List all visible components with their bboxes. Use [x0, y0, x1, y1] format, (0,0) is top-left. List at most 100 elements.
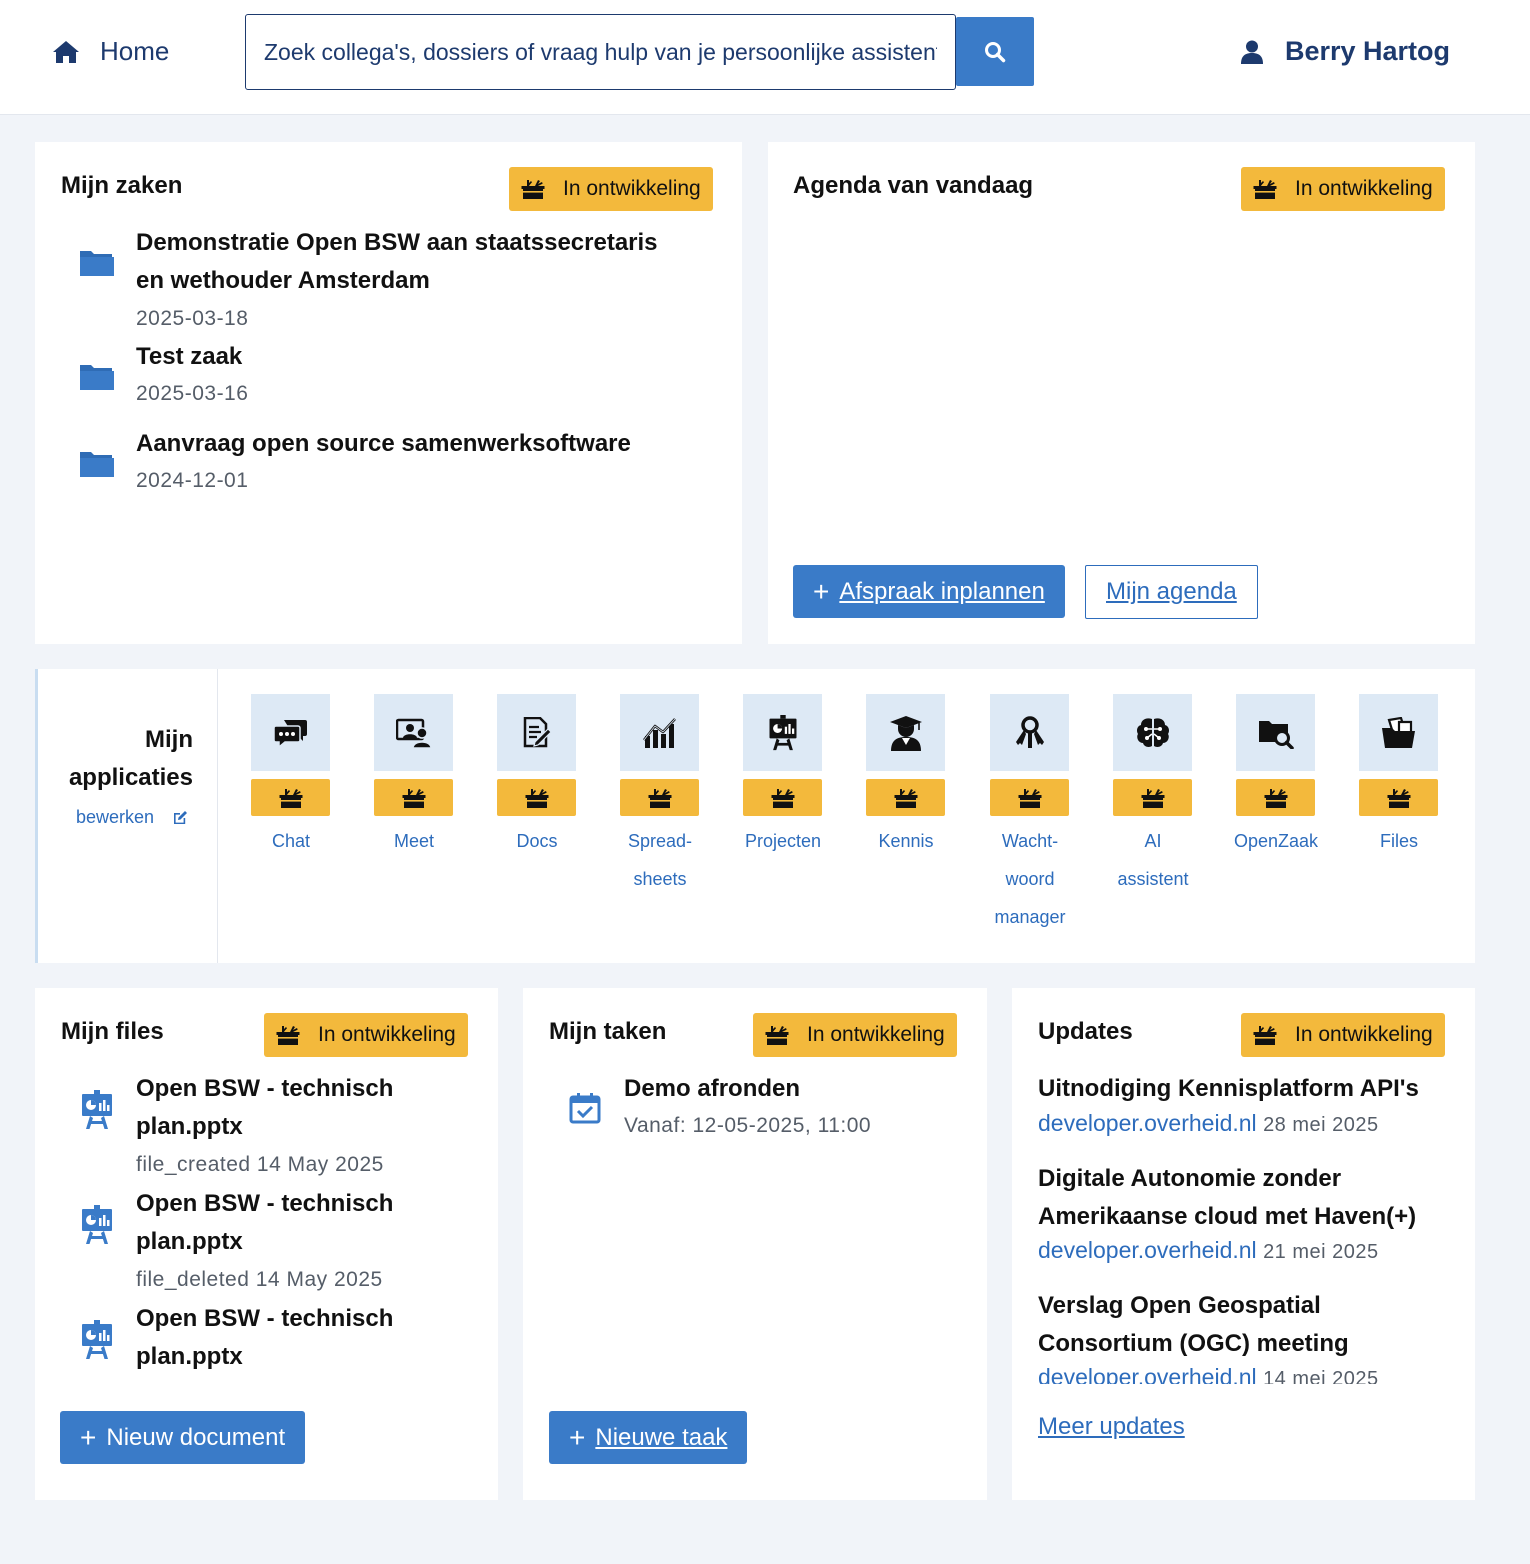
plus-icon: + — [813, 575, 830, 607]
app-label: Spread-sheets — [627, 831, 693, 889]
more-updates-link[interactable]: Meer updates — [1038, 1413, 1185, 1441]
presentation-file-icon — [81, 1090, 113, 1130]
development-badge — [743, 779, 822, 816]
app-label: AI assistent — [1117, 831, 1189, 889]
new-document-button[interactable]: + Nieuw document — [60, 1411, 306, 1464]
files-card: Mijn files In ontwikkeling Open BSW - te… — [35, 988, 498, 1500]
case-item[interactable]: Aanvraag open source samenwerksoftware 2… — [61, 425, 712, 497]
toolbox-icon — [1253, 1023, 1277, 1047]
app-chat[interactable]: Chat — [251, 694, 331, 851]
app-ai-assistent[interactable]: AI assistent — [1113, 694, 1193, 889]
new-task-button[interactable]: + Nieuwe taak — [549, 1411, 748, 1464]
app-label: Meet — [393, 831, 435, 851]
file-name: Open BSW - technisch plan.pptx — [136, 1190, 394, 1255]
plus-icon: + — [569, 1421, 586, 1453]
update-title[interactable]: Verslag Open Geospatial Consortium (OGC)… — [1038, 1287, 1451, 1363]
toolbox-icon — [521, 177, 545, 201]
app-meet[interactable]: Meet — [374, 694, 454, 851]
file-meta: file_deleted 14 May 2025 — [136, 1268, 383, 1291]
app-password-manager[interactable]: Wacht-woord manager — [990, 694, 1070, 927]
app-tile — [1359, 694, 1438, 771]
case-item[interactable]: Demonstratie Open BSW aan staatssecretar… — [61, 224, 712, 334]
update-meta: developer.overheid.nl 21 mei 2025 — [1038, 1237, 1379, 1264]
updates-list: Uitnodiging Kennisplatform API's develop… — [1012, 1070, 1475, 1384]
update-title[interactable]: Uitnodiging Kennisplatform API's — [1038, 1070, 1451, 1108]
app-docs[interactable]: Docs — [497, 694, 577, 851]
update-meta: developer.overheid.nl 28 mei 2025 — [1038, 1110, 1379, 1137]
agenda-card: Agenda van vandaag In ontwikkeling + Afs… — [768, 142, 1475, 644]
user-menu[interactable]: Berry Hartog — [1240, 36, 1450, 67]
app-tile — [743, 694, 822, 771]
case-date: 2025-03-16 — [136, 382, 249, 405]
plus-icon: + — [80, 1421, 97, 1453]
app-projecten[interactable]: Projecten — [743, 694, 823, 851]
app-spreadsheets[interactable]: Spread-sheets — [620, 694, 700, 889]
presentation-icon — [769, 714, 796, 750]
update-source-link[interactable]: developer.overheid.nl — [1038, 1110, 1257, 1136]
toolbox-icon — [771, 786, 795, 810]
toolbox-icon — [1264, 786, 1288, 810]
app-tile — [990, 694, 1069, 771]
app-tile — [1113, 694, 1192, 771]
update-source-link[interactable]: developer.overheid.nl — [1038, 1364, 1257, 1384]
folder-icon — [79, 248, 115, 278]
presentation-file-icon — [81, 1205, 113, 1245]
updates-card: Updates In ontwikkeling Uitnodiging Kenn… — [1012, 988, 1475, 1500]
file-item[interactable]: Open BSW - technisch plan.pptx file_crea… — [61, 1070, 408, 1180]
graduate-icon — [889, 715, 922, 751]
file-meta: file_created 14 May 2025 — [136, 1153, 384, 1176]
edit-applications-link[interactable]: bewerken — [76, 807, 188, 828]
file-item[interactable]: Open BSW - technisch plan.pptx — [61, 1300, 408, 1378]
development-badge — [866, 779, 945, 816]
task-meta: Vanaf: 12-05-2025, 11:00 — [624, 1114, 872, 1137]
update-date: 28 mei 2025 — [1263, 1114, 1379, 1136]
update-date: 21 mei 2025 — [1263, 1241, 1379, 1263]
cases-card: Mijn zaken In ontwikkeling Demonstratie … — [35, 142, 742, 644]
search-button[interactable] — [956, 17, 1034, 86]
files-title: Mijn files — [61, 1018, 164, 1045]
case-date: 2024-12-01 — [136, 469, 249, 492]
search-input[interactable] — [245, 14, 956, 90]
development-badge — [1359, 779, 1438, 816]
development-badge: In ontwikkeling — [1241, 1013, 1445, 1057]
app-tile — [374, 694, 453, 771]
home-link[interactable]: Home — [52, 36, 169, 67]
development-badge: In ontwikkeling — [1241, 167, 1445, 211]
file-name: Open BSW - technisch plan.pptx — [136, 1075, 394, 1140]
development-badge — [1236, 779, 1315, 816]
file-item[interactable]: Open BSW - technisch plan.pptx file_dele… — [61, 1185, 408, 1295]
files-icon — [1381, 716, 1415, 748]
user-icon — [1240, 40, 1263, 64]
toolbox-icon — [525, 786, 549, 810]
app-tile — [620, 694, 699, 771]
app-tile — [1236, 694, 1315, 771]
toolbox-icon — [1253, 177, 1277, 201]
case-title: Aanvraag open source samenwerksoftware — [136, 430, 631, 457]
development-badge: In ontwikkeling — [264, 1013, 468, 1057]
app-label: Wacht-woord manager — [994, 831, 1066, 927]
tasks-title: Mijn taken — [549, 1018, 667, 1045]
toolbox-icon — [1141, 786, 1165, 810]
tasks-card: Mijn taken In ontwikkeling Demo afronden… — [523, 988, 987, 1500]
app-label: Kennis — [878, 831, 934, 851]
update-title[interactable]: Digitale Autonomie zonder Amerikaanse cl… — [1038, 1160, 1451, 1236]
video-meeting-icon — [395, 718, 432, 748]
update-source-link[interactable]: developer.overheid.nl — [1038, 1237, 1257, 1263]
top-bar: Home Berry Hartog — [0, 0, 1530, 115]
app-files[interactable]: Files — [1359, 694, 1439, 851]
toolbox-icon — [279, 786, 303, 810]
schedule-appointment-button[interactable]: + Afspraak inplannen — [793, 565, 1065, 618]
folder-search-icon — [1258, 720, 1294, 749]
presentation-file-icon — [81, 1320, 113, 1360]
development-badge — [1113, 779, 1192, 816]
update-meta: developer.overheid.nl 14 mei 2025 — [1038, 1364, 1379, 1384]
app-openzaak[interactable]: OpenZaak — [1234, 694, 1318, 851]
my-agenda-button[interactable]: Mijn agenda — [1085, 565, 1258, 619]
document-edit-icon — [523, 716, 552, 747]
development-badge: In ontwikkeling — [753, 1013, 957, 1057]
case-item[interactable]: Test zaak 2025-03-16 — [61, 338, 712, 410]
app-kennis[interactable]: Kennis — [866, 694, 946, 851]
case-title: Demonstratie Open BSW aan staatssecretar… — [136, 229, 658, 294]
app-label: Projecten — [744, 831, 822, 851]
task-item[interactable]: Demo afronden Vanaf: 12-05-2025, 11:00 — [549, 1070, 957, 1142]
